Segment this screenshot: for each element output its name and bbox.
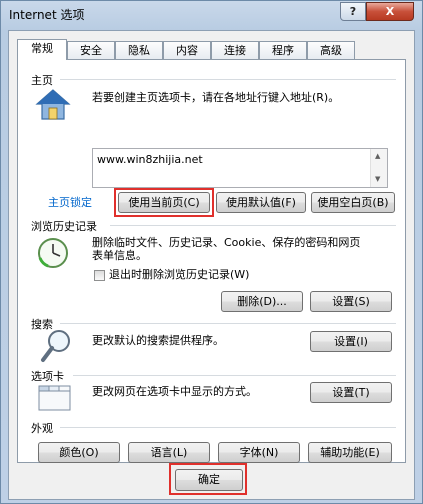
tab-security[interactable]: 安全: [67, 41, 115, 59]
dialog-client: 常规 安全 隐私 内容 连接 程序 高级 主页 若要创建主页选项卡，请在各地址行…: [8, 30, 415, 500]
tabbed-window-icon: [38, 385, 71, 411]
appearance-group-label: 外观: [31, 422, 53, 435]
tabs-description: 更改网页在选项卡中显示的方式。: [92, 385, 257, 398]
history-description-line1: 删除临时文件、历史记录、Cookie、保存的密码和网页: [92, 236, 361, 249]
homepage-description: 若要创建主页选项卡，请在各地址行键入地址(R)。: [92, 91, 340, 104]
history-description-line2: 表单信息。: [92, 249, 147, 262]
internet-options-window: Internet 选项 ? X 常规 安全 隐私 内容 连接 程序 高级 主页 …: [0, 0, 423, 504]
search-description: 更改默认的搜索提供程序。: [92, 334, 224, 347]
tab-advanced[interactable]: 高级: [307, 41, 355, 59]
tabs-settings-button[interactable]: 设置(T): [310, 382, 392, 403]
homepage-url-textarea[interactable]: www.win8zhijia.net ▲ ▼: [92, 148, 388, 188]
magnifier-icon: [41, 330, 70, 362]
divider: [60, 323, 396, 324]
history-settings-button[interactable]: 设置(S): [310, 291, 392, 312]
homepage-url-value: www.win8zhijia.net: [97, 153, 203, 166]
history-group-label: 浏览历史记录: [31, 220, 97, 233]
close-button[interactable]: X: [366, 2, 414, 21]
search-settings-button[interactable]: 设置(I): [310, 331, 392, 352]
history-delete-button[interactable]: 删除(D)...: [221, 291, 303, 312]
fonts-button[interactable]: 字体(N): [218, 442, 300, 463]
tab-connections[interactable]: 连接: [211, 41, 259, 59]
divider: [110, 225, 396, 226]
accessibility-button[interactable]: 辅助功能(E): [308, 442, 392, 463]
delete-on-exit-label: 退出时删除浏览历史记录(W): [109, 268, 250, 281]
tab-general[interactable]: 常规: [17, 39, 67, 60]
use-current-page-button[interactable]: 使用当前页(C): [118, 192, 210, 213]
homepage-group-label: 主页: [31, 74, 53, 87]
divider: [73, 375, 396, 376]
url-scrollbar[interactable]: ▲ ▼: [370, 149, 387, 187]
colors-button[interactable]: 颜色(O): [38, 442, 120, 463]
general-tab-panel: 主页 若要创建主页选项卡，请在各地址行键入地址(R)。 www.win8zhij…: [17, 59, 406, 463]
homepage-lock-link[interactable]: 主页锁定: [48, 194, 92, 210]
scroll-down-icon[interactable]: ▼: [375, 175, 380, 183]
scroll-up-icon[interactable]: ▲: [375, 152, 380, 160]
tab-privacy[interactable]: 隐私: [115, 41, 163, 59]
divider: [60, 79, 396, 80]
help-button[interactable]: ?: [340, 2, 366, 21]
ok-button[interactable]: 确定: [175, 469, 243, 491]
clock-icon: [38, 238, 68, 268]
delete-on-exit-checkbox[interactable]: [94, 270, 105, 281]
languages-button[interactable]: 语言(L): [128, 442, 210, 463]
house-icon: [35, 89, 71, 120]
use-blank-button[interactable]: 使用空白页(B): [311, 192, 395, 213]
window-title: Internet 选项: [9, 8, 85, 22]
tab-content[interactable]: 内容: [163, 41, 211, 59]
use-default-button[interactable]: 使用默认值(F): [216, 192, 306, 213]
tab-programs[interactable]: 程序: [259, 41, 307, 59]
divider: [60, 427, 396, 428]
